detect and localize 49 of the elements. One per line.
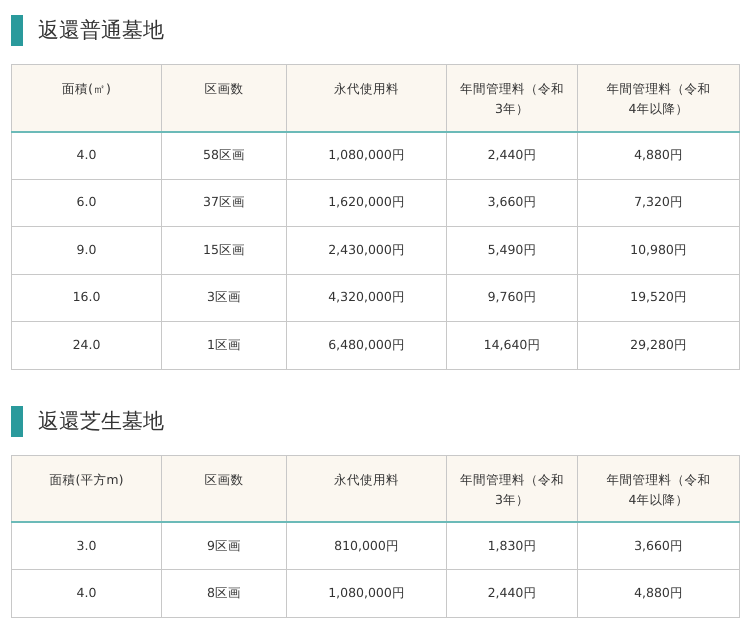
table-cell: 1,080,000円: [286, 132, 446, 179]
table-cell: 1区画: [162, 322, 286, 369]
table-cell: 2,440円: [446, 570, 578, 617]
table-cell: 6.0: [12, 179, 162, 226]
table-cell: 9,760円: [446, 274, 578, 322]
table-cell: 10,980円: [578, 226, 740, 274]
column-header: 面積(㎡): [62, 80, 111, 98]
section-title: 返還普通墓地: [38, 20, 164, 41]
column-header: 年間管理料（令和4年以降）: [606, 470, 711, 508]
table-cell: 6,480,000円: [286, 322, 446, 369]
table-cell: 58区画: [162, 132, 286, 179]
table-cell: 37区画: [162, 179, 286, 226]
table-cell: 810,000円: [286, 522, 446, 570]
table-cell: 14,640円: [446, 322, 578, 369]
table-cell: 8区画: [162, 570, 286, 617]
table-cell: 4,880円: [578, 570, 740, 617]
table-cell: 4.0: [12, 132, 162, 179]
table-cell: 1,080,000円: [286, 570, 446, 617]
column-header: 区画数: [204, 470, 244, 488]
table-cell: 3,660円: [578, 522, 740, 570]
table-cell: 4,880円: [578, 132, 740, 179]
column-header: 永代使用料: [334, 470, 399, 488]
table-cell: 5,490円: [446, 226, 578, 274]
table-cell: 1,830円: [446, 522, 578, 570]
table-cell: 7,320円: [578, 179, 740, 226]
column-header: 年間管理料（令和3年）: [460, 80, 564, 118]
column-header: 年間管理料（令和4年以降）: [606, 80, 711, 118]
table-cell: 29,280円: [578, 322, 740, 369]
column-header: 区画数: [204, 80, 244, 98]
section-title: 返還芝生墓地: [38, 410, 164, 432]
heading-accent-bar: [11, 15, 23, 46]
table-cell: 9.0: [12, 226, 162, 274]
table-cell: 19,520円: [578, 274, 740, 322]
column-header: 面積(平方m): [50, 470, 124, 488]
table-cell: 3.0: [12, 522, 162, 570]
table-cell: 2,440円: [446, 132, 578, 179]
table-cell: 2,430,000円: [286, 226, 446, 274]
table-cell: 9区画: [162, 522, 286, 570]
heading-accent-bar: [11, 406, 23, 436]
table-cell: 1,620,000円: [286, 179, 446, 226]
column-header: 年間管理料（令和3年）: [460, 470, 564, 508]
table-cell: 24.0: [12, 322, 162, 369]
table-cell: 3区画: [162, 274, 286, 322]
table-cell: 16.0: [12, 274, 162, 322]
table-cell: 3,660円: [446, 179, 578, 226]
table-cell: 4,320,000円: [286, 274, 446, 322]
column-header: 永代使用料: [334, 80, 399, 98]
table-cell: 4.0: [12, 570, 162, 617]
table-cell: 15区画: [162, 226, 286, 274]
